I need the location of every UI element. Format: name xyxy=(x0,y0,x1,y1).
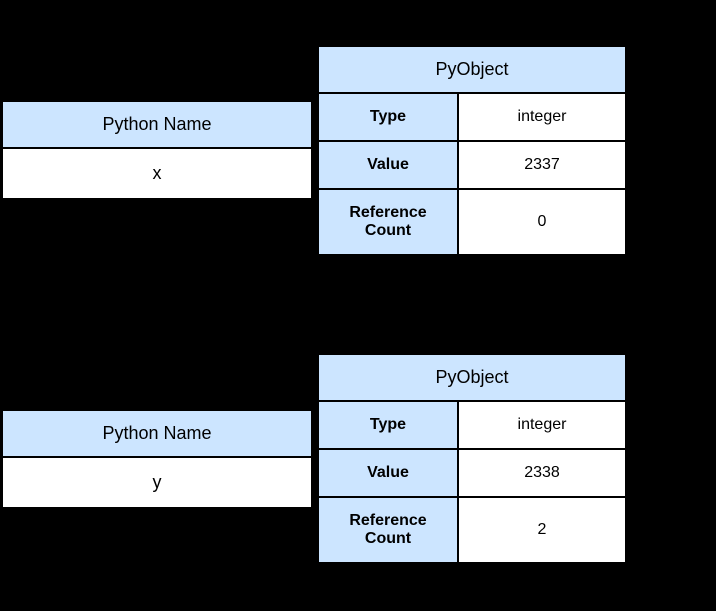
pyobject-header-2: PyObject xyxy=(319,355,625,402)
ref-value-1: 0 xyxy=(459,190,625,254)
python-name-header-1: Python Name xyxy=(1,100,313,149)
ref-label-line1-2: Reference xyxy=(349,512,426,530)
section-top: Python Name x PyObject Type integer Valu… xyxy=(0,10,716,290)
ref-label-line1-1: Reference xyxy=(349,204,426,222)
section-bottom: Python Name y PyObject Type integer Valu… xyxy=(0,316,716,601)
pyobject-row-value-1: Value 2337 xyxy=(319,142,625,190)
value-label-1: Value xyxy=(319,142,459,188)
pyobject-row-ref-2: Reference Count 2 xyxy=(319,498,625,562)
python-name-value-2: y xyxy=(1,458,313,509)
value-label-2: Value xyxy=(319,450,459,496)
python-name-box-1: Python Name x xyxy=(1,100,313,200)
pyobject-box-2: PyObject Type integer Value 2338 Referen… xyxy=(317,353,627,564)
pyobject-header-1: PyObject xyxy=(319,47,625,94)
pyobject-row-ref-1: Reference Count 0 xyxy=(319,190,625,254)
ref-label-1: Reference Count xyxy=(319,190,459,254)
type-value-2: integer xyxy=(459,402,625,448)
type-value-1: integer xyxy=(459,94,625,140)
ref-label-line2-2: Count xyxy=(365,530,411,548)
pyobject-row-value-2: Value 2338 xyxy=(319,450,625,498)
pyobject-row-type-1: Type integer xyxy=(319,94,625,142)
python-name-value-1: x xyxy=(1,149,313,200)
ref-label-2: Reference Count xyxy=(319,498,459,562)
diagram-container: Python Name x PyObject Type integer Valu… xyxy=(0,0,716,611)
pyobject-box-1: PyObject Type integer Value 2337 Referen… xyxy=(317,45,627,256)
value-value-2: 2338 xyxy=(459,450,625,496)
value-value-1: 2337 xyxy=(459,142,625,188)
pyobject-row-type-2: Type integer xyxy=(319,402,625,450)
type-label-1: Type xyxy=(319,94,459,140)
ref-value-2: 2 xyxy=(459,498,625,562)
python-name-box-2: Python Name y xyxy=(1,409,313,509)
type-label-2: Type xyxy=(319,402,459,448)
ref-label-line2-1: Count xyxy=(365,222,411,240)
python-name-header-2: Python Name xyxy=(1,409,313,458)
